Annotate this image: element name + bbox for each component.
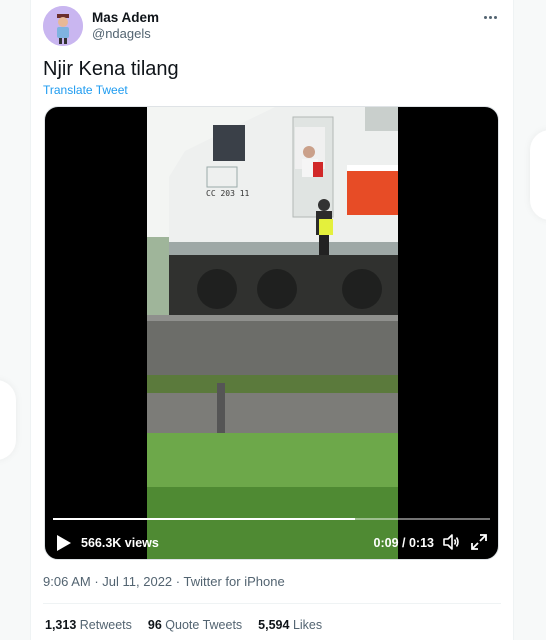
video-time: 0:09 / 0:13 bbox=[373, 536, 434, 550]
divider bbox=[43, 603, 501, 604]
quote-tweets-count: 96 bbox=[147, 618, 162, 632]
tweet-meta: 9:06 AM · Jul 11, 2022 · Twitter for iPh… bbox=[43, 574, 285, 589]
retweets-stat[interactable]: 1,313 Retweets bbox=[45, 618, 132, 632]
retweets-label: Retweets bbox=[79, 618, 132, 632]
retweets-count: 1,313 bbox=[45, 618, 77, 632]
right-card-edge bbox=[530, 130, 546, 220]
engagement-stats: 1,313 Retweets 96 Quote Tweets 5,594 Lik… bbox=[45, 618, 322, 632]
more-options-icon[interactable] bbox=[479, 6, 501, 28]
likes-stat[interactable]: 5,594 Likes bbox=[258, 618, 322, 632]
tweet-time[interactable]: 9:06 AM bbox=[43, 574, 91, 589]
tweet-card: Mas Adem @ndagels Njir Kena tilang Trans… bbox=[30, 0, 514, 640]
likes-label: Likes bbox=[292, 618, 323, 632]
meta-separator: · bbox=[94, 574, 99, 589]
video-progress-bar[interactable] bbox=[53, 518, 490, 520]
left-background bbox=[0, 0, 30, 640]
fullscreen-icon[interactable] bbox=[470, 533, 488, 551]
video-progress-fill bbox=[53, 518, 355, 520]
quote-tweets-label: Quote Tweets bbox=[165, 618, 243, 632]
video-player[interactable]: CC 203 11 566.3K views 0:09 / 0:13 bbox=[44, 106, 499, 560]
right-background bbox=[516, 0, 546, 640]
translate-tweet-link[interactable]: Translate Tweet bbox=[43, 83, 128, 97]
volume-icon[interactable] bbox=[442, 533, 460, 551]
likes-count: 5,594 bbox=[258, 618, 290, 632]
avatar-illustration bbox=[43, 6, 83, 46]
play-icon[interactable] bbox=[57, 535, 71, 551]
tweet-date[interactable]: Jul 11, 2022 bbox=[102, 574, 172, 589]
tweet-text: Njir Kena tilang bbox=[43, 58, 179, 80]
meta-separator: · bbox=[175, 574, 181, 589]
video-views: 566.3K views bbox=[81, 536, 159, 550]
tweet-source[interactable]: Twitter for iPhone bbox=[184, 574, 285, 589]
author-name[interactable]: Mas Adem bbox=[92, 10, 159, 25]
quote-tweets-stat[interactable]: 96 Quote Tweets bbox=[148, 618, 242, 632]
author-handle[interactable]: @ndagels bbox=[92, 26, 151, 41]
left-card-edge bbox=[0, 380, 16, 460]
locomotive-number: CC 203 11 bbox=[206, 189, 250, 198]
avatar[interactable] bbox=[43, 6, 83, 46]
video-frame: CC 203 11 bbox=[147, 107, 398, 559]
